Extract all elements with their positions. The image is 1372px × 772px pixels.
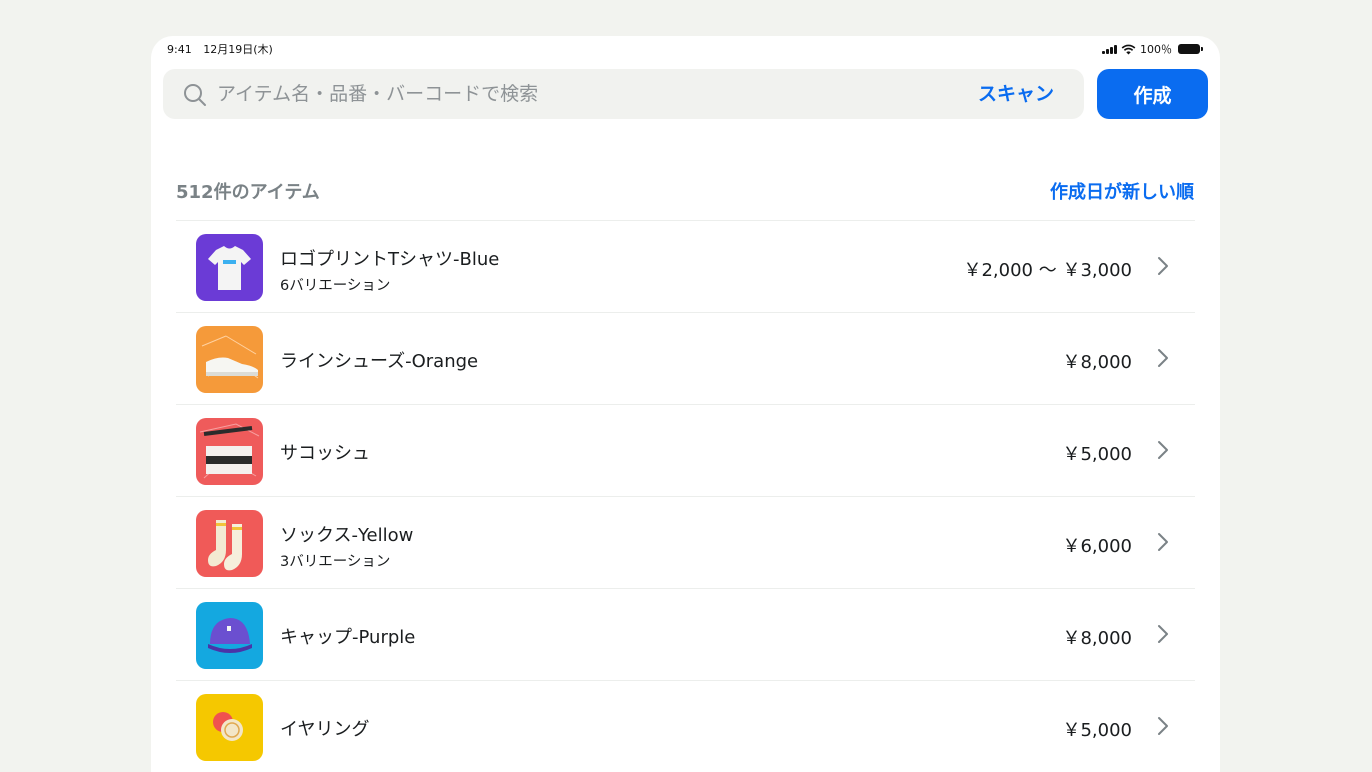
create-button[interactable]: 作成 <box>1097 69 1208 119</box>
list-item[interactable]: イヤリング ￥5,000 <box>176 680 1195 772</box>
shoe-icon <box>196 326 263 393</box>
cap-icon <box>196 602 263 669</box>
wifi-icon <box>1121 44 1136 54</box>
item-name: ソックス-Yellow <box>280 525 414 546</box>
chevron-right-icon <box>1158 625 1168 643</box>
item-name: ラインシューズ-Orange <box>280 351 479 372</box>
chevron-right-icon <box>1158 441 1168 459</box>
status-time: 9:41 <box>167 43 192 56</box>
item-name: キャップ-Purple <box>280 627 416 648</box>
list-item[interactable]: ソックス-Yellow 3バリエーション ￥6,000 <box>176 496 1195 588</box>
tshirt-icon <box>196 234 263 301</box>
item-price: ￥6,000 <box>1062 536 1132 557</box>
item-price: ￥8,000 <box>1062 628 1132 649</box>
chevron-right-icon <box>1158 717 1168 735</box>
earring-icon <box>196 694 263 761</box>
item-price: ￥2,000 〜 ￥3,000 <box>963 260 1132 281</box>
item-thumbnail <box>196 326 263 393</box>
search-icon <box>184 84 206 106</box>
item-count: 512件のアイテム <box>176 182 320 203</box>
item-name: サコッシュ <box>280 443 370 464</box>
item-list: ロゴプリントTシャツ-Blue 6バリエーション ￥2,000 〜 ￥3,000… <box>176 220 1195 772</box>
item-thumbnail <box>196 234 263 301</box>
signal-icon <box>1102 44 1117 54</box>
item-price: ￥5,000 <box>1062 444 1132 465</box>
item-variations: 3バリエーション <box>280 554 391 570</box>
item-name: イヤリング <box>280 719 370 740</box>
item-variations: 6バリエーション <box>280 278 391 294</box>
item-thumbnail <box>196 602 263 669</box>
chevron-right-icon <box>1158 533 1168 551</box>
list-item[interactable]: キャップ-Purple ￥8,000 <box>176 588 1195 680</box>
item-thumbnail <box>196 694 263 761</box>
item-name: ロゴプリントTシャツ-Blue <box>280 249 500 270</box>
status-bar: 9:41 12月19日(木) 100％ <box>151 36 1220 62</box>
list-item[interactable]: ラインシューズ-Orange ￥8,000 <box>176 312 1195 404</box>
battery-icon <box>1178 44 1203 54</box>
chevron-right-icon <box>1158 349 1168 367</box>
bag-icon <box>196 418 263 485</box>
item-price: ￥5,000 <box>1062 720 1132 741</box>
sort-button[interactable]: 作成日が新しい順 <box>1050 178 1194 204</box>
chevron-right-icon <box>1158 257 1168 275</box>
status-left: 9:41 12月19日(木) <box>167 41 281 57</box>
list-item[interactable]: サコッシュ ￥5,000 <box>176 404 1195 496</box>
status-date: 12月19日(木) <box>203 43 273 56</box>
device-frame: 9:41 12月19日(木) 100％ スキャン 作成 512件のアイテム 作成… <box>151 36 1220 772</box>
status-right: 100％ <box>1102 41 1203 57</box>
item-price: ￥8,000 <box>1062 352 1132 373</box>
list-item[interactable]: ロゴプリントTシャツ-Blue 6バリエーション ￥2,000 〜 ￥3,000 <box>176 220 1195 312</box>
item-thumbnail <box>196 510 263 577</box>
search-input[interactable] <box>217 69 957 119</box>
scan-button[interactable]: スキャン <box>978 69 1054 119</box>
battery-percent: 100％ <box>1140 43 1172 56</box>
search-box[interactable]: スキャン <box>163 69 1084 119</box>
socks-icon <box>196 510 263 577</box>
item-thumbnail <box>196 418 263 485</box>
